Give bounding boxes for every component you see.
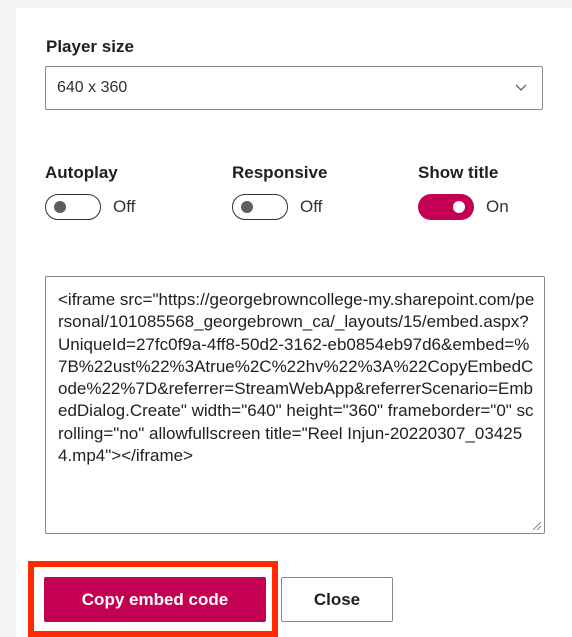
show-title-toggle-group: Show title On <box>418 162 509 220</box>
copy-embed-code-button[interactable]: Copy embed code <box>44 577 266 622</box>
responsive-label: Responsive <box>232 163 328 182</box>
autoplay-label: Autoplay <box>45 163 118 182</box>
close-button[interactable]: Close <box>281 577 393 622</box>
player-size-select[interactable]: 640 x 360 <box>45 66 543 110</box>
show-title-state: On <box>486 197 509 216</box>
player-size-label: Player size <box>46 37 134 56</box>
responsive-toggle-group: Responsive Off <box>232 162 328 220</box>
player-size-value: 640 x 360 <box>57 79 128 96</box>
embed-code-textarea[interactable]: <iframe src="https://georgebrowncollege-… <box>45 276 545 534</box>
show-title-switch[interactable] <box>418 194 474 220</box>
autoplay-toggle-group: Autoplay Off <box>45 162 135 220</box>
responsive-switch[interactable] <box>232 194 288 220</box>
resize-handle-icon[interactable] <box>532 521 542 531</box>
switch-knob <box>241 201 253 213</box>
embed-code-text: <iframe src="https://georgebrowncollege-… <box>58 290 535 466</box>
responsive-state: Off <box>300 197 323 216</box>
autoplay-state: Off <box>113 197 136 216</box>
show-title-label: Show title <box>418 163 499 182</box>
autoplay-switch[interactable] <box>45 194 101 220</box>
switch-knob <box>453 201 465 213</box>
chevron-down-icon <box>515 84 527 91</box>
switch-knob <box>54 201 66 213</box>
